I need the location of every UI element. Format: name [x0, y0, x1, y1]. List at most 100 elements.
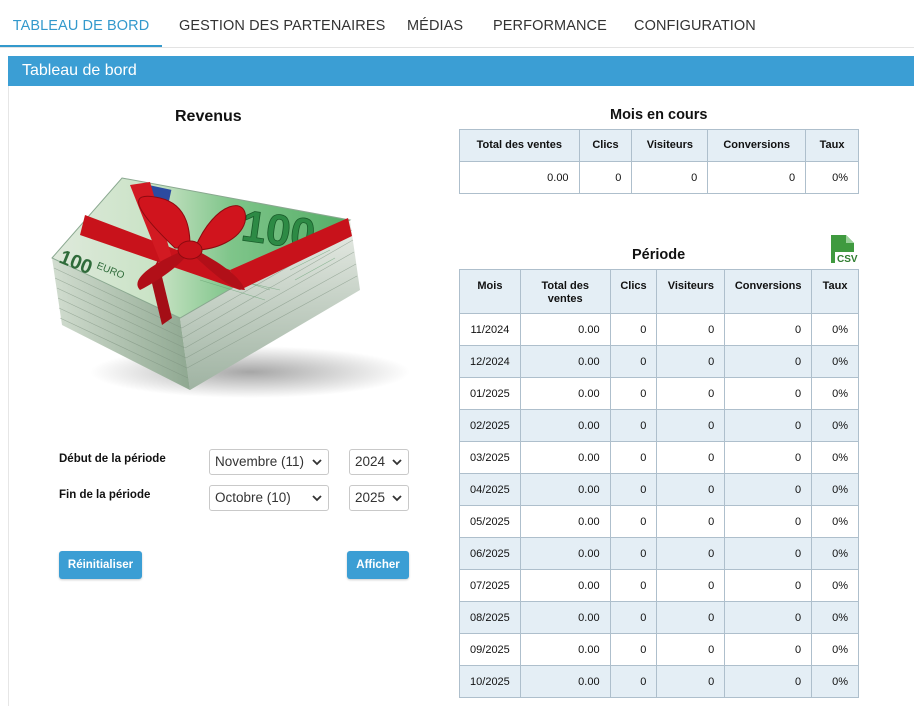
table-cell: 0% [811, 313, 859, 346]
table-cell: 0 [656, 441, 726, 474]
table-cell: 0% [811, 665, 859, 698]
table-cell: 0 [724, 601, 813, 634]
table-row: 08/2025 0.00 0 0 0 0% [459, 601, 859, 634]
start-year-select[interactable]: 2024 [349, 449, 409, 475]
tab-medias[interactable]: MÉDIAS [407, 0, 463, 47]
table-cell: 0 [724, 569, 813, 602]
table-cell: 0% [811, 409, 859, 442]
column-header: Clics [578, 129, 633, 162]
column-header: Total des ventes [519, 269, 611, 314]
table-cell: 0 [609, 505, 658, 538]
table-row: 03/2025 0.00 0 0 0 0% [459, 441, 859, 474]
period-title: Période [632, 247, 686, 263]
table-row: 12/2024 0.00 0 0 0 0% [459, 345, 859, 378]
column-header: Visiteurs [631, 129, 709, 162]
table-row: 02/2025 0.00 0 0 0 0% [459, 409, 859, 442]
table-header-row: Mois Total des ventes Clics Visiteurs Co… [459, 269, 859, 314]
month-cell: 02/2025 [459, 409, 521, 442]
table-cell: 0 [656, 569, 726, 602]
table-cell: 0% [811, 601, 859, 634]
table-cell: 0 [724, 505, 813, 538]
column-header: Conversions [724, 269, 813, 314]
table-cell: 0.00 [519, 505, 611, 538]
table-cell: 0 [707, 161, 807, 194]
table-cell: 0 [656, 473, 726, 506]
table-cell: 0 [609, 633, 658, 666]
table-cell: 0 [656, 633, 726, 666]
table-cell: 0.00 [519, 665, 611, 698]
table-cell: 0 [724, 377, 813, 410]
table-cell: 0 [609, 409, 658, 442]
table-cell: 0 [609, 441, 658, 474]
csv-export-icon[interactable]: CSV [828, 233, 860, 265]
table-cell: 0.00 [519, 377, 611, 410]
chevron-down-icon [312, 495, 322, 502]
table-cell: 0 [724, 537, 813, 570]
table-cell: 0 [656, 313, 726, 346]
chevron-down-icon [312, 459, 322, 466]
month-cell: 10/2025 [459, 665, 521, 698]
table-cell: 0% [811, 505, 859, 538]
tab-performance[interactable]: PERFORMANCE [493, 0, 607, 47]
table-cell: 0.00 [459, 161, 580, 194]
table-cell: 0 [656, 377, 726, 410]
table-row: 07/2025 0.00 0 0 0 0% [459, 569, 859, 602]
table-row: 01/2025 0.00 0 0 0 0% [459, 377, 859, 410]
table-cell: 0.00 [519, 441, 611, 474]
table-row: 0.00 0 0 0 0% [459, 161, 859, 194]
start-month-value: Novembre (11) [215, 454, 305, 469]
table-cell: 0 [609, 473, 658, 506]
column-header: Conversions [707, 129, 807, 162]
month-cell: 01/2025 [459, 377, 521, 410]
table-cell: 0 [609, 377, 658, 410]
panel-border [8, 86, 9, 706]
table-cell: 0% [811, 633, 859, 666]
table-cell: 0.00 [519, 569, 611, 602]
table-cell: 0 [578, 161, 633, 194]
table-cell: 0% [811, 345, 859, 378]
month-cell: 11/2024 [459, 313, 521, 346]
table-cell: 0 [724, 473, 813, 506]
table-cell: 0 [656, 537, 726, 570]
tab-tableau-de-bord[interactable]: TABLEAU DE BORD [0, 0, 162, 47]
month-cell: 03/2025 [459, 441, 521, 474]
table-cell: 0.00 [519, 313, 611, 346]
table-cell: 0.00 [519, 537, 611, 570]
table-cell: 0 [609, 537, 658, 570]
show-button[interactable]: Afficher [347, 551, 409, 579]
table-cell: 0% [805, 161, 859, 194]
table-row: 05/2025 0.00 0 0 0 0% [459, 505, 859, 538]
start-month-select[interactable]: Novembre (11) [209, 449, 329, 475]
table-cell: 0 [656, 409, 726, 442]
tab-configuration[interactable]: CONFIGURATION [634, 0, 756, 47]
table-cell: 0 [609, 665, 658, 698]
csv-label: CSV [837, 254, 858, 265]
month-cell: 04/2025 [459, 473, 521, 506]
chevron-down-icon [392, 495, 402, 502]
table-cell: 0 [656, 345, 726, 378]
reset-button[interactable]: Réinitialiser [59, 551, 142, 579]
table-row: 04/2025 0.00 0 0 0 0% [459, 473, 859, 506]
table-cell: 0% [811, 569, 859, 602]
current-month-title: Mois en cours [610, 107, 708, 123]
table-cell: 0.00 [519, 601, 611, 634]
end-month-select[interactable]: Octobre (10) [209, 485, 329, 511]
column-header: Taux [811, 269, 859, 314]
end-month-value: Octobre (10) [215, 490, 291, 505]
euro-banknotes-gift-image: 100 EURO 100 [51, 177, 410, 398]
table-cell: 0 [656, 665, 726, 698]
column-header: Mois [459, 269, 521, 314]
table-cell: 0 [724, 633, 813, 666]
end-year-select[interactable]: 2025 [349, 485, 409, 511]
tab-gestion-des-partenaires[interactable]: GESTION DES PARTENAIRES [179, 0, 385, 47]
table-cell: 0 [656, 601, 726, 634]
month-cell: 12/2024 [459, 345, 521, 378]
table-cell: 0% [811, 441, 859, 474]
table-cell: 0% [811, 377, 859, 410]
table-header-row: Total des ventes Clics Visiteurs Convers… [459, 129, 859, 162]
end-year-value: 2025 [355, 490, 386, 505]
column-header: Visiteurs [656, 269, 726, 314]
column-header: Total des ventes [459, 129, 580, 162]
table-row: 09/2025 0.00 0 0 0 0% [459, 633, 859, 666]
panel-title: Tableau de bord [22, 62, 137, 79]
